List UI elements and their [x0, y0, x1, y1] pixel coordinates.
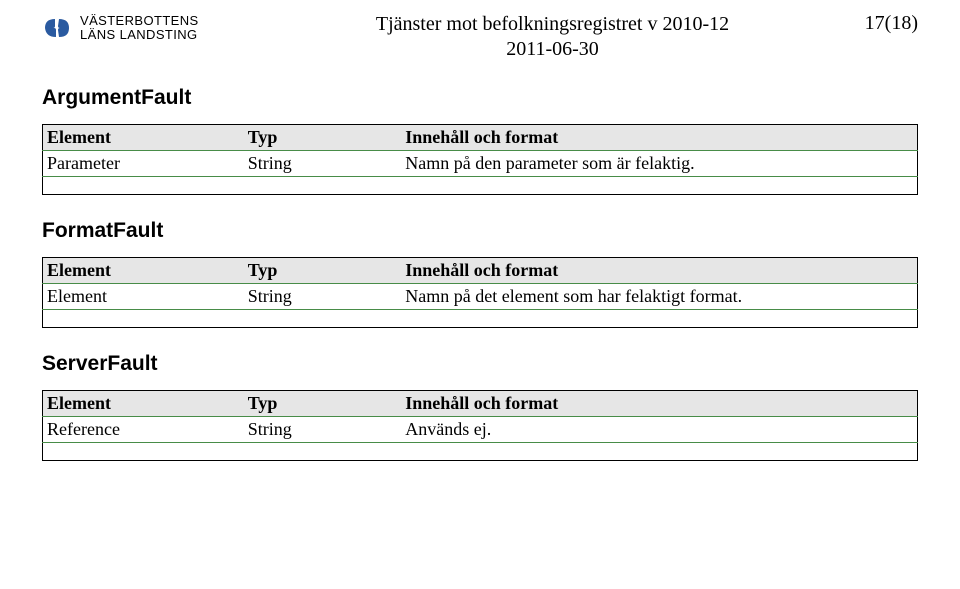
col-header: Typ — [244, 391, 402, 417]
col-header: Typ — [244, 125, 402, 151]
table-header-row: Element Typ Innehåll och format — [43, 125, 918, 151]
col-header: Innehåll och format — [401, 258, 917, 284]
table-spacer — [43, 310, 918, 328]
doc-title: Tjänster mot befolkningsregistret v 2010… — [307, 10, 798, 62]
cell: String — [244, 417, 402, 443]
col-header: Innehåll och format — [401, 125, 917, 151]
cell: String — [244, 284, 402, 310]
cell: Reference — [43, 417, 244, 443]
col-header: Innehåll och format — [401, 391, 917, 417]
table-header-row: Element Typ Innehåll och format — [43, 258, 918, 284]
cell: Element — [43, 284, 244, 310]
page-number: 17(18) — [798, 10, 918, 35]
table-row: Parameter String Namn på den parameter s… — [43, 151, 918, 177]
org-logo-block: VÄSTERBOTTENS LÄNS LANDSTING — [42, 10, 307, 43]
doc-title-line2: 2011-06-30 — [307, 37, 798, 62]
table-formatfault: Element Typ Innehåll och format Element … — [42, 257, 918, 328]
cell: Används ej. — [401, 417, 917, 443]
cell: Namn på den parameter som är felaktig. — [401, 151, 917, 177]
table-serverfault: Element Typ Innehåll och format Referenc… — [42, 390, 918, 461]
org-name-line1: VÄSTERBOTTENS — [80, 14, 199, 28]
col-header: Typ — [244, 258, 402, 284]
col-header: Element — [43, 125, 244, 151]
col-header: Element — [43, 391, 244, 417]
table-argumentfault: Element Typ Innehåll och format Paramete… — [42, 124, 918, 195]
table-row: Reference String Används ej. — [43, 417, 918, 443]
section-heading: ArgumentFault — [42, 86, 918, 110]
col-header: Element — [43, 258, 244, 284]
cell: Namn på det element som har felaktigt fo… — [401, 284, 917, 310]
section-heading: ServerFault — [42, 352, 918, 376]
table-spacer — [43, 177, 918, 195]
org-name: VÄSTERBOTTENS LÄNS LANDSTING — [80, 14, 199, 43]
section-heading: FormatFault — [42, 219, 918, 243]
cell: Parameter — [43, 151, 244, 177]
table-header-row: Element Typ Innehåll och format — [43, 391, 918, 417]
table-spacer — [43, 443, 918, 461]
page-header: VÄSTERBOTTENS LÄNS LANDSTING Tjänster mo… — [42, 10, 918, 62]
org-name-line2: LÄNS LANDSTING — [80, 28, 199, 42]
table-row: Element String Namn på det element som h… — [43, 284, 918, 310]
doc-title-line1: Tjänster mot befolkningsregistret v 2010… — [307, 12, 798, 37]
cell: String — [244, 151, 402, 177]
org-logo-icon — [42, 14, 72, 42]
page: VÄSTERBOTTENS LÄNS LANDSTING Tjänster mo… — [0, 0, 960, 461]
